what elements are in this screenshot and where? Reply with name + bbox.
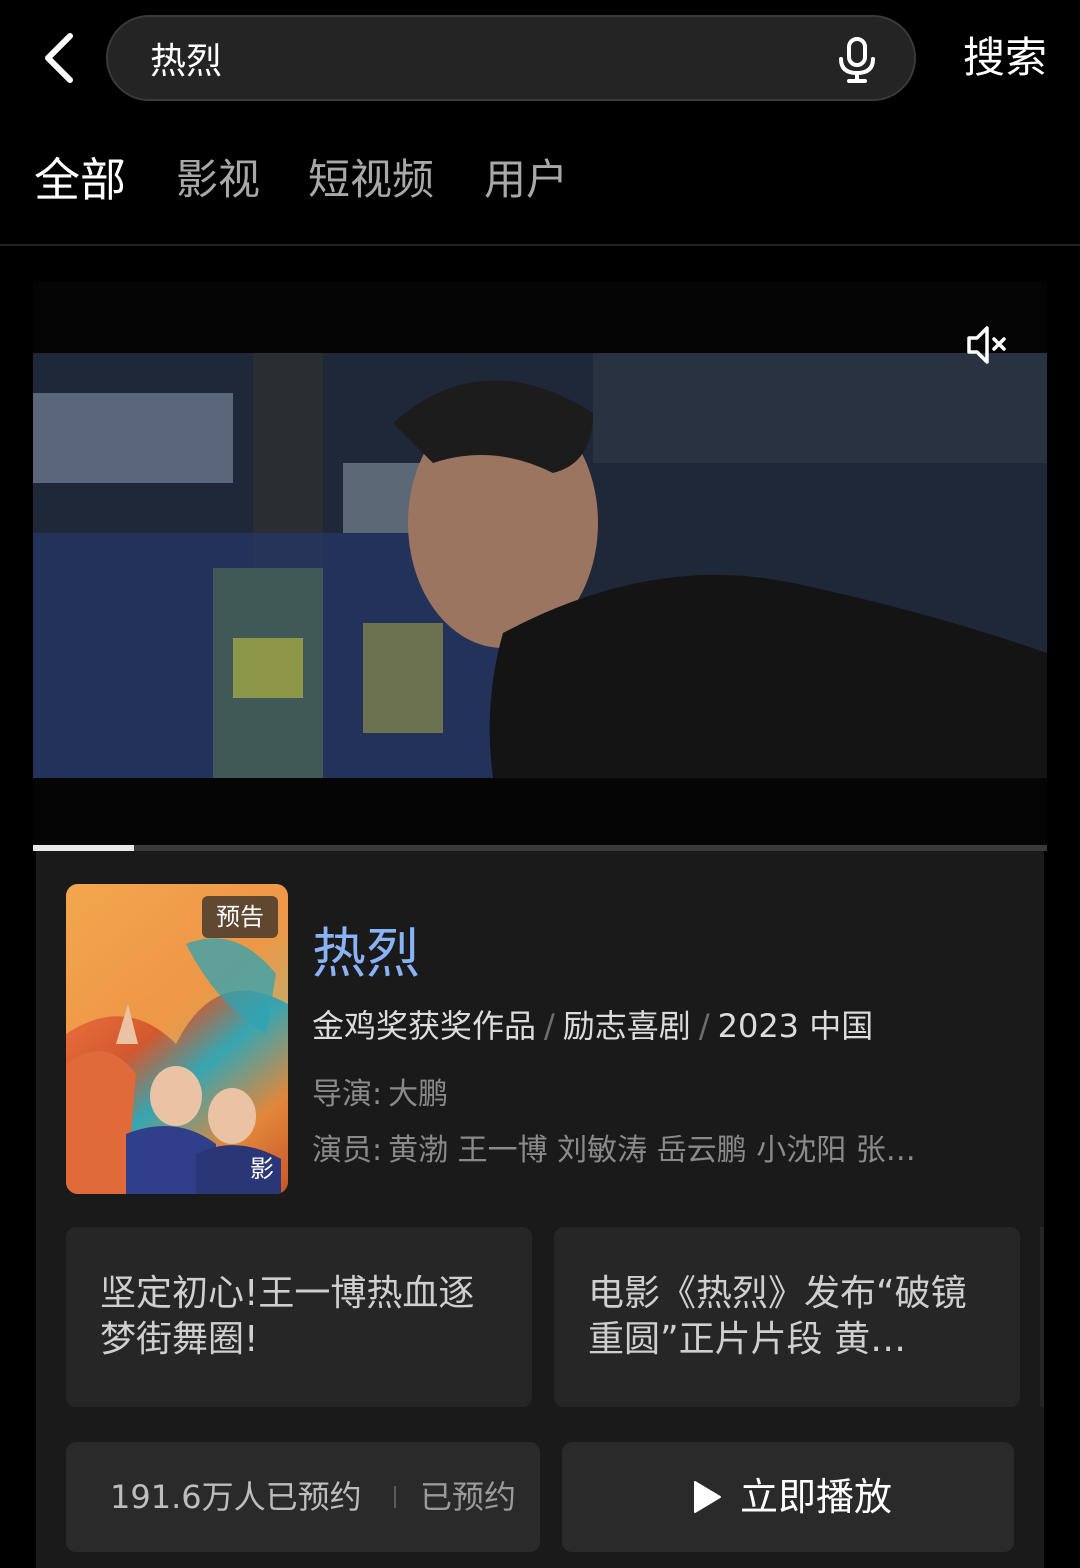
search-input[interactable] bbox=[148, 17, 808, 99]
search-box bbox=[106, 15, 916, 101]
year-region-text: 2023 中国 bbox=[717, 1007, 874, 1045]
tab-all[interactable]: 全部 bbox=[34, 148, 126, 212]
clip-title: 电影《热烈》发布“破镜重圆”正片片段 黄… bbox=[588, 1273, 967, 1360]
cast-line: 演员: 黄渤 王一博 刘敏涛 岳云鹏 小沈阳 张… bbox=[312, 1125, 1002, 1169]
director-label: 导演: bbox=[312, 1077, 383, 1112]
microphone-icon[interactable] bbox=[832, 35, 882, 85]
meta-separator: / bbox=[544, 1007, 555, 1045]
video-frame[interactable] bbox=[33, 353, 1047, 778]
category-tabs: 全部 影视 短视频 用户 bbox=[0, 130, 1080, 246]
top-search-bar: 搜索 bbox=[0, 0, 1080, 118]
next-clip-card-edge[interactable] bbox=[1040, 1227, 1044, 1407]
movie-meta: 金鸡奖获奖作品 / 励志喜剧/2023 中国 bbox=[312, 1001, 873, 1047]
cast-label: 演员: bbox=[312, 1133, 383, 1168]
cast-value: 黄渤 王一博 刘敏涛 岳云鹏 小沈阳 张… bbox=[388, 1133, 916, 1168]
trailer-video-player[interactable] bbox=[33, 282, 1047, 848]
play-now-button[interactable]: 立即播放 bbox=[562, 1442, 1014, 1552]
director-value: 大鹏 bbox=[388, 1077, 449, 1112]
clip-title: 坚定初心!王一博热血逐梦街舞圈! bbox=[100, 1273, 475, 1360]
play-icon bbox=[694, 1481, 721, 1513]
movie-poster[interactable]: 预告 影 bbox=[66, 884, 288, 1194]
reservation-count: 191.6万人已预约 bbox=[110, 1478, 362, 1516]
reservation-divider bbox=[394, 1486, 396, 1508]
film-corner-mark: 影 bbox=[250, 1155, 274, 1183]
related-clip-card[interactable]: 坚定初心!王一博热血逐梦街舞圈! bbox=[66, 1227, 532, 1407]
movie-title[interactable]: 热烈 bbox=[312, 909, 420, 988]
reserved-button[interactable]: 已预约 bbox=[420, 1442, 516, 1552]
tab-short-video[interactable]: 短视频 bbox=[308, 148, 434, 212]
director-line: 导演: 大鹏 bbox=[312, 1069, 448, 1113]
play-now-label: 立即播放 bbox=[740, 1475, 893, 1519]
tab-film-tv[interactable]: 影视 bbox=[176, 148, 260, 212]
genre-text: 励志喜剧 bbox=[562, 1007, 691, 1045]
trailer-badge: 预告 bbox=[202, 896, 278, 938]
award-text: 金鸡奖获奖作品 bbox=[312, 1007, 537, 1045]
movie-result-card: 预告 影 热烈 金鸡奖获奖作品 / 励志喜剧/2023 中国 导演: 大鹏 演员: 黄渤… bbox=[36, 851, 1044, 1568]
search-submit-button[interactable]: 搜索 bbox=[950, 26, 1060, 90]
back-arrow-icon[interactable] bbox=[36, 30, 84, 86]
reservation-box: 191.6万人已预约 已预约 bbox=[66, 1442, 540, 1552]
meta-separator: / bbox=[698, 1007, 710, 1045]
related-clip-card[interactable]: 电影《热烈》发布“破镜重圆”正片片段 黄… bbox=[554, 1227, 1020, 1407]
tab-users[interactable]: 用户 bbox=[484, 148, 568, 212]
speaker-muted-icon[interactable] bbox=[961, 318, 1015, 372]
